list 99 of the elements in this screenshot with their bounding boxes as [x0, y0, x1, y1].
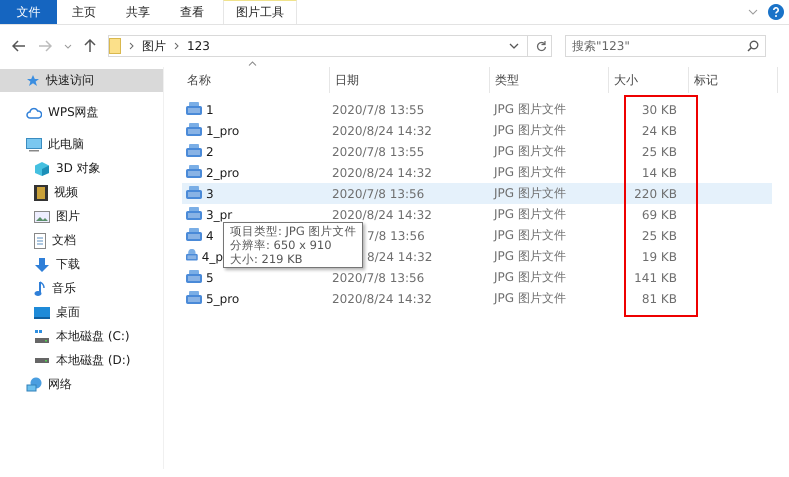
tooltip-line: 大小: 219 KB: [230, 252, 304, 266]
file-row[interactable]: 2 2020/7/8 13:55 JPG 图片文件 25 KB: [182, 141, 772, 162]
refresh-icon[interactable]: [536, 40, 547, 52]
file-row[interactable]: 5_pro 2020/8/24 14:32 JPG 图片文件 81 KB: [182, 288, 772, 309]
date-cell-text: 2020/7/8 13:55: [331, 144, 426, 160]
date-cell-text: 2020/8/24 14:32: [331, 122, 433, 140]
ribbon-tab[interactable]: 文件: [0, 0, 57, 24]
search-icon: [747, 40, 759, 52]
date-cell-text: 2020/8/24 14:32: [331, 164, 433, 182]
type-cell-text: JPG 图片文件: [492, 143, 567, 160]
address-bar[interactable]: 图片 123: [108, 35, 552, 57]
file-row[interactable]: 1 2020/7/8 13:55 JPG 图片文件 30 KB: [182, 99, 772, 120]
file-row[interactable]: 5 2020/7/8 13:56 JPG 图片文件 141 KB: [182, 267, 772, 288]
file-name: 3_pr: [206, 208, 232, 222]
breadcrumb[interactable]: 图片: [142, 38, 166, 54]
date-cell-text: 2020/7/8 13:56: [331, 270, 426, 286]
size-cell-text: 19 KB: [640, 248, 678, 266]
file-name: 3: [206, 186, 214, 200]
file-row[interactable]: 3 2020/7/8 13:56 JPG 图片文件 220 KB: [182, 183, 772, 204]
sidebar-item[interactable]: 文档: [0, 229, 163, 252]
sidebar-item[interactable]: 本地磁盘 (C:): [0, 325, 163, 348]
cube-icon: [34, 160, 50, 176]
ribbon-tab[interactable]: 图片工具: [223, 0, 297, 24]
file-name: 1: [206, 102, 214, 116]
type-cell-text: JPG 图片文件: [492, 206, 567, 223]
music-note-icon: [34, 280, 46, 296]
drive-icon: [34, 358, 50, 364]
column-header[interactable]: 大小: [609, 67, 689, 93]
film-icon: [34, 184, 48, 200]
date-cell-text: 2020/7/8 13:55: [331, 102, 426, 118]
download-arrow-icon: [34, 256, 50, 272]
tooltip-line: 项目类型: JPG 图片文件: [230, 224, 356, 238]
breadcrumb[interactable]: 123: [187, 39, 210, 53]
file-row[interactable]: 1_pro 2020/8/24 14:32 JPG 图片文件 24 KB: [182, 120, 772, 141]
file-name: 1_pro: [206, 124, 240, 138]
dropdown-icon[interactable]: [509, 43, 519, 49]
date-cell-text: 2020/8/24 14:32: [331, 290, 433, 308]
type-cell-text: JPG 图片文件: [492, 248, 567, 265]
sidebar-item[interactable]: 网络: [0, 373, 163, 396]
folder-icon: [109, 38, 121, 54]
chevron-icon[interactable]: [748, 9, 758, 15]
type-cell-text: JPG 图片文件: [492, 269, 567, 286]
file-name: 5_pro: [206, 292, 240, 306]
globe-icon: [26, 376, 42, 392]
drive-icon: [34, 330, 50, 344]
computer-icon: [26, 138, 42, 152]
file-name: 5: [206, 270, 214, 284]
help-icon[interactable]: [768, 4, 784, 20]
star-icon: [26, 74, 40, 88]
sidebar-item[interactable]: 3D 对象: [0, 157, 163, 180]
sidebar-item[interactable]: 此电脑: [0, 133, 163, 156]
type-cell-text: JPG 图片文件: [492, 122, 567, 139]
ribbon-tab[interactable]: 共享: [111, 0, 165, 24]
ribbon-tab[interactable]: 主页: [57, 0, 111, 24]
file-row[interactable]: 2_pro 2020/8/24 14:32 JPG 图片文件 14 KB: [182, 162, 772, 183]
column-header[interactable]: 名称: [182, 67, 330, 93]
size-cell-text: 24 KB: [640, 122, 678, 140]
file-name: 2_pro: [206, 166, 240, 180]
cloud-icon: [26, 106, 42, 118]
sidebar-item[interactable]: 快速访问: [0, 69, 163, 92]
tooltip-line: 分辨率: 650 x 910: [230, 238, 333, 252]
ribbon-tab[interactable]: 查看: [165, 0, 219, 24]
sidebar-item[interactable]: 桌面: [0, 301, 163, 324]
file-name: 4: [206, 228, 214, 242]
column-header[interactable]: 类型: [490, 67, 609, 93]
size-cell-text: 25 KB: [640, 144, 678, 160]
sidebar-item[interactable]: WPS网盘: [0, 101, 163, 124]
type-cell-text: JPG 图片文件: [492, 164, 567, 181]
size-cell-text: 220 KB: [633, 186, 678, 202]
sidebar-item[interactable]: 图片: [0, 205, 163, 228]
up-icon[interactable]: [84, 39, 96, 53]
size-cell-text: 14 KB: [640, 164, 678, 182]
search-field[interactable]: 搜索"123": [565, 35, 766, 57]
date-cell-text: 2020/8/24 14:32: [331, 206, 433, 224]
date-cell-text: 2020/7/8 13:56: [331, 186, 426, 202]
date-cell-text: 7/8 13:56: [367, 228, 426, 244]
document-icon: [34, 232, 46, 248]
file-name: 4_p: [202, 250, 223, 264]
sidebar-item[interactable]: 音乐: [0, 277, 163, 300]
date-cell-text: 8/24 14:32: [367, 248, 434, 266]
sidebar-item[interactable]: 本地磁盘 (D:): [0, 349, 163, 372]
image-icon: [34, 210, 50, 222]
type-cell-text: JPG 图片文件: [492, 101, 567, 118]
file-name: 2: [206, 144, 214, 158]
column-header[interactable]: 标记: [689, 67, 778, 93]
type-cell-text: JPG 图片文件: [492, 185, 567, 202]
size-cell-text: 25 KB: [640, 228, 678, 244]
column-header[interactable]: 日期: [330, 67, 490, 93]
back-icon[interactable]: [12, 40, 26, 52]
file-row[interactable]: 3_pr 2020/8/24 14:32 JPG 图片文件 69 KB: [182, 204, 772, 225]
desktop-icon: [34, 306, 50, 318]
size-cell-text: 81 KB: [640, 290, 678, 308]
size-cell-text: 141 KB: [633, 270, 678, 286]
size-cell-text: 69 KB: [640, 206, 678, 224]
sidebar-item[interactable]: 下载: [0, 253, 163, 276]
type-cell-text: JPG 图片文件: [492, 227, 567, 244]
sidebar-item[interactable]: 视频: [0, 181, 163, 204]
size-cell-text: 30 KB: [640, 102, 678, 118]
type-cell-text: JPG 图片文件: [492, 290, 567, 307]
